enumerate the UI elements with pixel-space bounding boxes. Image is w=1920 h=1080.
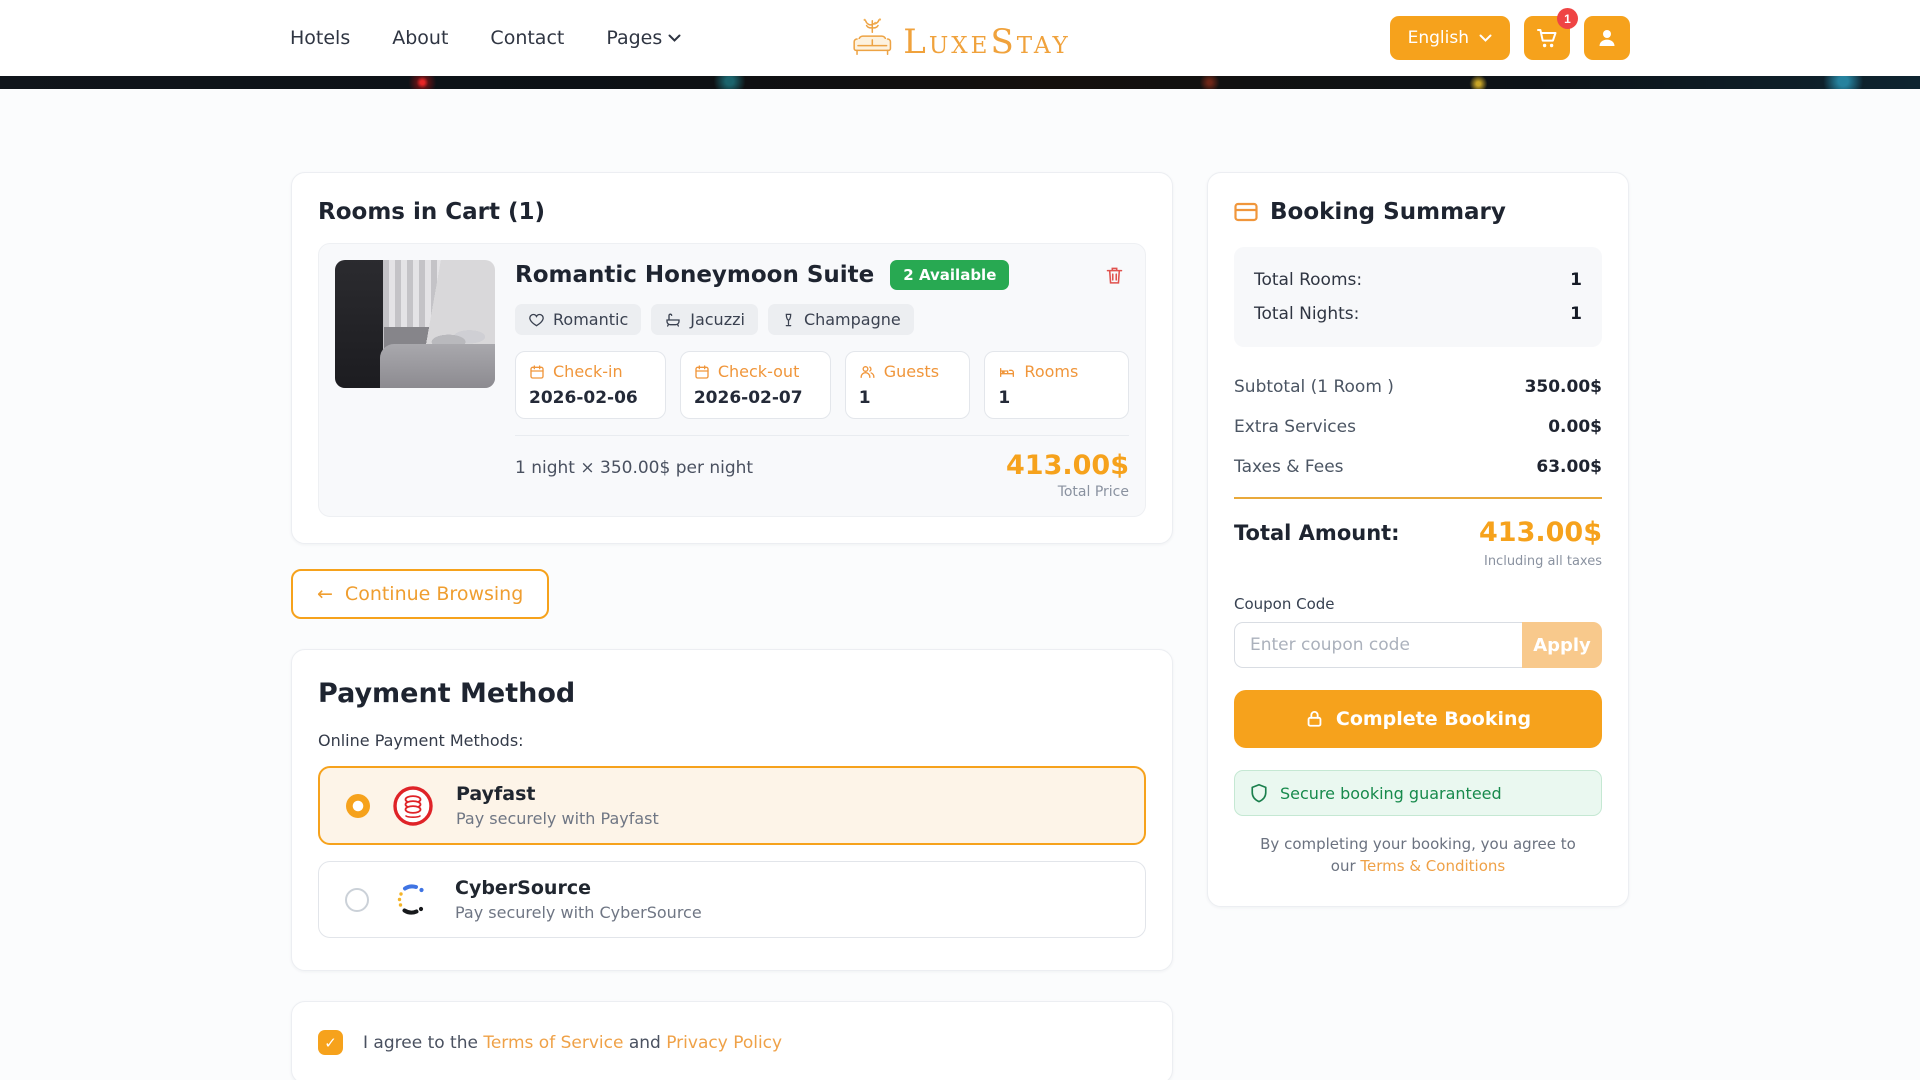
rooms-in-cart-title: Rooms in Cart (1) [318, 199, 1146, 225]
payment-method-title: Payment Method [318, 678, 1146, 709]
agreement-text: I agree to the Terms of Service and Priv… [363, 1033, 782, 1053]
tag-champagne: Champagne [768, 304, 914, 335]
user-icon [1595, 26, 1619, 50]
online-payment-methods-label: Online Payment Methods: [318, 731, 1146, 750]
nav-pages[interactable]: Pages [606, 27, 681, 49]
rooms-field[interactable]: Rooms 1 [984, 351, 1129, 419]
check-in-field[interactable]: Check-in 2026-02-06 [515, 351, 666, 419]
shield-icon [1250, 783, 1268, 803]
cart-button[interactable]: 1 [1524, 16, 1570, 60]
terms-conditions-link[interactable]: Terms & Conditions [1360, 857, 1505, 875]
payfast-logo-icon [392, 785, 434, 827]
booking-fields: Check-in 2026-02-06 Check-out 2026-02-07… [515, 351, 1129, 419]
champagne-icon [781, 312, 796, 328]
agree-checkbox[interactable]: ✓ [318, 1030, 343, 1055]
coupon-code-label: Coupon Code [1234, 595, 1602, 613]
bathtub-icon [664, 312, 682, 328]
calendar-icon [529, 364, 545, 380]
room-name: Romantic Honeymoon Suite [515, 262, 874, 288]
secure-booking-banner: Secure booking guaranteed [1234, 770, 1602, 816]
nav-hotels[interactable]: Hotels [290, 27, 350, 49]
apply-coupon-button[interactable]: Apply [1522, 622, 1602, 668]
cybersource-logo-icon [391, 879, 433, 921]
extra-services-row: Extra Services0.00$ [1234, 407, 1602, 447]
trash-icon [1104, 264, 1125, 286]
coupon-input[interactable] [1234, 622, 1522, 668]
tag-romantic: Romantic [515, 304, 641, 335]
radio-payfast[interactable] [346, 794, 370, 818]
room-cart-item: Romantic Honeymoon Suite 2 Available Rom… [318, 243, 1146, 517]
main-nav: Hotels About Contact Pages [290, 27, 681, 49]
terms-of-service-link[interactable]: Terms of Service [483, 1033, 623, 1053]
calendar-icon [694, 364, 710, 380]
chevron-down-icon [1479, 34, 1492, 43]
including-taxes-note: Including all taxes [1234, 554, 1602, 569]
total-nights-row: Total Nights:1 [1254, 297, 1582, 331]
summary-footer-text: By completing your booking, you agree to… [1234, 834, 1602, 878]
sofa-plant-logo-icon [849, 17, 895, 59]
subtotal-row: Subtotal (1 Room )350.00$ [1234, 367, 1602, 407]
heart-icon [528, 312, 545, 328]
brand-name: LUXESTAY [903, 25, 1070, 59]
continue-browsing-button[interactable]: ← Continue Browsing [291, 569, 549, 619]
totals-box: Total Rooms:1 Total Nights:1 [1234, 247, 1602, 347]
account-button[interactable] [1584, 16, 1630, 60]
summary-lines: Subtotal (1 Room )350.00$ Extra Services… [1234, 367, 1602, 487]
remove-room-button[interactable] [1100, 260, 1129, 290]
booking-summary-card: Booking Summary Total Rooms:1 Total Nigh… [1207, 172, 1629, 907]
language-selector[interactable]: English [1390, 16, 1510, 60]
room-total-price: 413.00$ [1006, 450, 1129, 481]
room-total-price-label: Total Price [1006, 484, 1129, 500]
cart-count-badge: 1 [1557, 8, 1578, 29]
total-amount-value: 413.00$ [1479, 517, 1602, 548]
check-out-field[interactable]: Check-out 2026-02-07 [680, 351, 831, 419]
room-tags: Romantic Jacuzzi Champagne [515, 304, 1129, 335]
room-photo [335, 260, 495, 388]
cart-icon [1535, 26, 1559, 50]
tag-jacuzzi: Jacuzzi [651, 304, 758, 335]
terms-agreement-card: ✓ I agree to the Terms of Service and Pr… [291, 1001, 1173, 1080]
complete-booking-button[interactable]: Complete Booking [1234, 690, 1602, 748]
header-actions: English 1 [1390, 16, 1630, 60]
rooms-in-cart-card: Rooms in Cart (1) Romantic Honeymoon Sui… [291, 172, 1173, 544]
guests-icon [859, 364, 876, 380]
lock-icon [1305, 709, 1324, 729]
hero-image-strip [0, 76, 1920, 89]
top-navbar: Hotels About Contact Pages LUXESTAY Engl… [0, 0, 1920, 76]
payment-method-card: Payment Method Online Payment Methods: P… [291, 649, 1173, 971]
total-rooms-row: Total Rooms:1 [1254, 263, 1582, 297]
guests-field[interactable]: Guests 1 [845, 351, 971, 419]
availability-badge: 2 Available [890, 260, 1009, 290]
brand-logo[interactable]: LUXESTAY [849, 17, 1070, 59]
bed-icon [998, 364, 1016, 380]
nav-contact[interactable]: Contact [490, 27, 564, 49]
booking-summary-title: Booking Summary [1270, 199, 1506, 225]
checkmark-icon: ✓ [324, 1034, 337, 1052]
nav-about[interactable]: About [392, 27, 448, 49]
chevron-down-icon [668, 34, 681, 43]
taxes-fees-row: Taxes & Fees63.00$ [1234, 447, 1602, 487]
total-amount-row: Total Amount: 413.00$ [1234, 517, 1602, 548]
price-breakdown: 1 night × 350.00$ per night [515, 450, 753, 478]
privacy-policy-link[interactable]: Privacy Policy [666, 1033, 782, 1053]
payment-option-payfast[interactable]: Payfast Pay securely with Payfast [318, 766, 1146, 845]
payment-option-cybersource[interactable]: CyberSource Pay securely with CyberSourc… [318, 861, 1146, 938]
summary-divider [1234, 497, 1602, 499]
credit-card-icon [1234, 202, 1258, 222]
arrow-left-icon: ← [317, 583, 333, 605]
radio-cybersource[interactable] [345, 888, 369, 912]
room-price-row: 1 night × 350.00$ per night 413.00$ Tota… [515, 435, 1129, 500]
